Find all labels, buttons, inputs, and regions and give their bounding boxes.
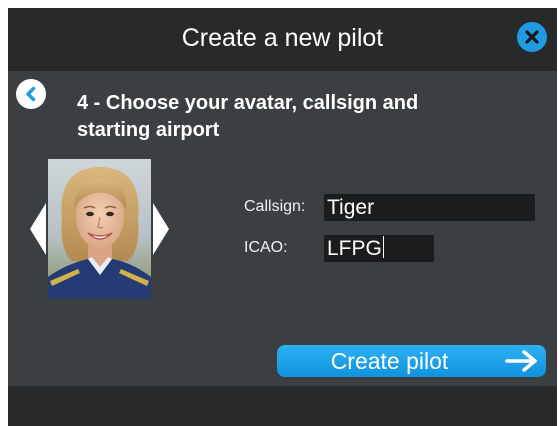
previous-avatar-arrow-icon[interactable] xyxy=(30,203,46,255)
back-button[interactable] xyxy=(16,79,46,109)
icao-input[interactable]: LFPG xyxy=(324,235,434,262)
pilot-portrait-image xyxy=(48,159,151,299)
callsign-value: Tiger xyxy=(327,196,375,219)
icao-label: ICAO: xyxy=(244,239,288,256)
dialog-footer xyxy=(8,386,557,426)
close-button[interactable] xyxy=(517,22,547,52)
pilot-avatar xyxy=(48,159,151,299)
icao-value: LFPG xyxy=(327,237,382,260)
callsign-input[interactable]: Tiger xyxy=(324,194,535,221)
dialog-title: Create a new pilot xyxy=(181,24,384,52)
arrow-right-icon xyxy=(505,350,537,372)
dialog-titlebar: Create a new pilot xyxy=(8,8,557,68)
step-title: 4 - Choose your avatar, callsign and sta… xyxy=(77,92,419,141)
text-cursor xyxy=(382,236,384,258)
create-pilot-label: Create pilot xyxy=(330,348,449,374)
chevron-left-icon xyxy=(26,86,36,102)
next-avatar-arrow-icon[interactable] xyxy=(153,203,169,255)
create-pilot-button[interactable]: Create pilot xyxy=(277,345,546,377)
callsign-label: Callsign: xyxy=(244,198,306,215)
close-icon xyxy=(525,30,539,44)
create-pilot-dialog: Create a new pilot 4 - Choose your avata… xyxy=(8,8,557,426)
step-panel: 4 - Choose your avatar, callsign and sta… xyxy=(8,71,557,386)
